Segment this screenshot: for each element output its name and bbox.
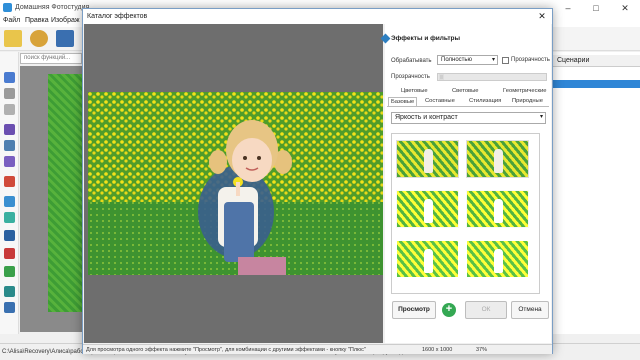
tab-nature[interactable]: Природные [512, 98, 543, 104]
dialog-title: Каталог эффектов [87, 13, 148, 20]
effect-thumb[interactable] [466, 240, 529, 278]
transparency-label: Прозрачность [391, 74, 430, 80]
app-logo-icon [3, 3, 12, 12]
dialog-hint: Для просмотра одного эффекта нажмите "Пр… [86, 347, 366, 353]
dialog-close-icon[interactable]: ✕ [534, 9, 550, 24]
menu-file[interactable]: Файл [3, 17, 20, 24]
tab-geometric[interactable]: Геометрические [503, 88, 546, 94]
effect-thumb[interactable] [466, 190, 529, 228]
blur-tool-icon[interactable] [4, 156, 15, 167]
save-icon[interactable] [56, 30, 74, 47]
dialog-titlebar: Каталог эффектов ✕ [83, 9, 552, 24]
tab-stylization[interactable]: Стилизация [469, 98, 501, 104]
open-folder-icon[interactable] [4, 30, 22, 47]
pointer-tool-icon[interactable] [4, 72, 15, 83]
chevron-down-icon: ▾ [491, 57, 495, 63]
drop-tool-icon[interactable] [4, 140, 15, 151]
effects-catalog-dialog: Каталог эффектов ✕ Эффекты и фильтры Обр… [82, 8, 553, 354]
left-toolbox [0, 52, 19, 334]
tab-scenarios[interactable]: Сценарии [551, 55, 640, 67]
close-app-icon[interactable]: ✕ [612, 0, 638, 16]
layers-tool-icon[interactable] [4, 266, 15, 277]
preview-area [84, 24, 383, 343]
effect-select[interactable]: Яркость и контраст ▾ [391, 112, 546, 124]
preview-button[interactable]: Просмотр [392, 301, 436, 319]
tab-divider [387, 106, 549, 107]
vignette-tool-icon[interactable] [4, 230, 15, 241]
effects-panel: Эффекты и фильтры Обрабатывать Полностью… [380, 24, 551, 343]
process-select[interactable]: Полностью ▾ [437, 55, 498, 65]
tab-color[interactable]: Цветовые [401, 88, 428, 94]
effect-thumb[interactable] [396, 140, 459, 178]
transparency-slider-thumb[interactable] [439, 74, 444, 80]
transparency-slider[interactable] [437, 73, 547, 81]
scenario-selected-row[interactable] [551, 80, 640, 88]
menu-image[interactable]: Изображ [51, 17, 80, 24]
zoom-level: 37% [476, 347, 488, 353]
tab-composite[interactable]: Составные [425, 98, 455, 104]
chevron-down-icon: ▾ [539, 114, 543, 120]
color-tool-icon[interactable] [4, 248, 15, 259]
right-panel: Сценарии [550, 52, 640, 334]
app-title: Домашняя Фотостудия [15, 4, 90, 11]
gallery-icon[interactable] [30, 30, 48, 47]
function-search-input[interactable]: поиск функций... [20, 53, 82, 64]
image-size: 1600 x 1000 [422, 347, 453, 353]
preview-photo [88, 92, 383, 275]
cancel-button[interactable]: Отмена [511, 301, 549, 319]
process-label: Обрабатывать [391, 58, 432, 64]
effects-header: Эффекты и фильтры [391, 35, 461, 42]
dialog-statusbar: Для просмотра одного эффекта нажмите "Пр… [83, 344, 552, 354]
ok-button[interactable]: ОК [465, 301, 507, 319]
tab-basic[interactable]: Базовые [388, 97, 418, 106]
effect-thumb[interactable] [396, 190, 459, 228]
eye-tool-icon[interactable] [4, 196, 15, 207]
mask-tool-icon[interactable] [4, 212, 15, 223]
crop-tool-icon[interactable] [4, 302, 15, 313]
hand-tool-icon[interactable] [4, 88, 15, 99]
transparency-check-label: Прозрачность [511, 57, 550, 63]
transparency-checkbox[interactable] [502, 57, 509, 64]
tab-light[interactable]: Световые [452, 88, 479, 94]
effect-thumbnails [391, 133, 540, 294]
menu-edit[interactable]: Правка [25, 17, 49, 24]
process-value: Полностью [441, 57, 473, 63]
effect-select-value: Яркость и контраст [395, 114, 458, 121]
effect-thumb[interactable] [466, 140, 529, 178]
plus-add-icon[interactable]: + [442, 303, 456, 317]
brush-tool-icon[interactable] [4, 124, 15, 135]
maximize-icon[interactable]: □ [583, 0, 609, 16]
main-canvas-photo [48, 74, 82, 312]
rotate-tool-icon[interactable] [4, 286, 15, 297]
minimize-icon[interactable]: – [555, 0, 581, 16]
redeye-tool-icon[interactable] [4, 176, 15, 187]
zoom-tool-icon[interactable] [4, 104, 15, 115]
effect-thumb[interactable] [396, 240, 459, 278]
